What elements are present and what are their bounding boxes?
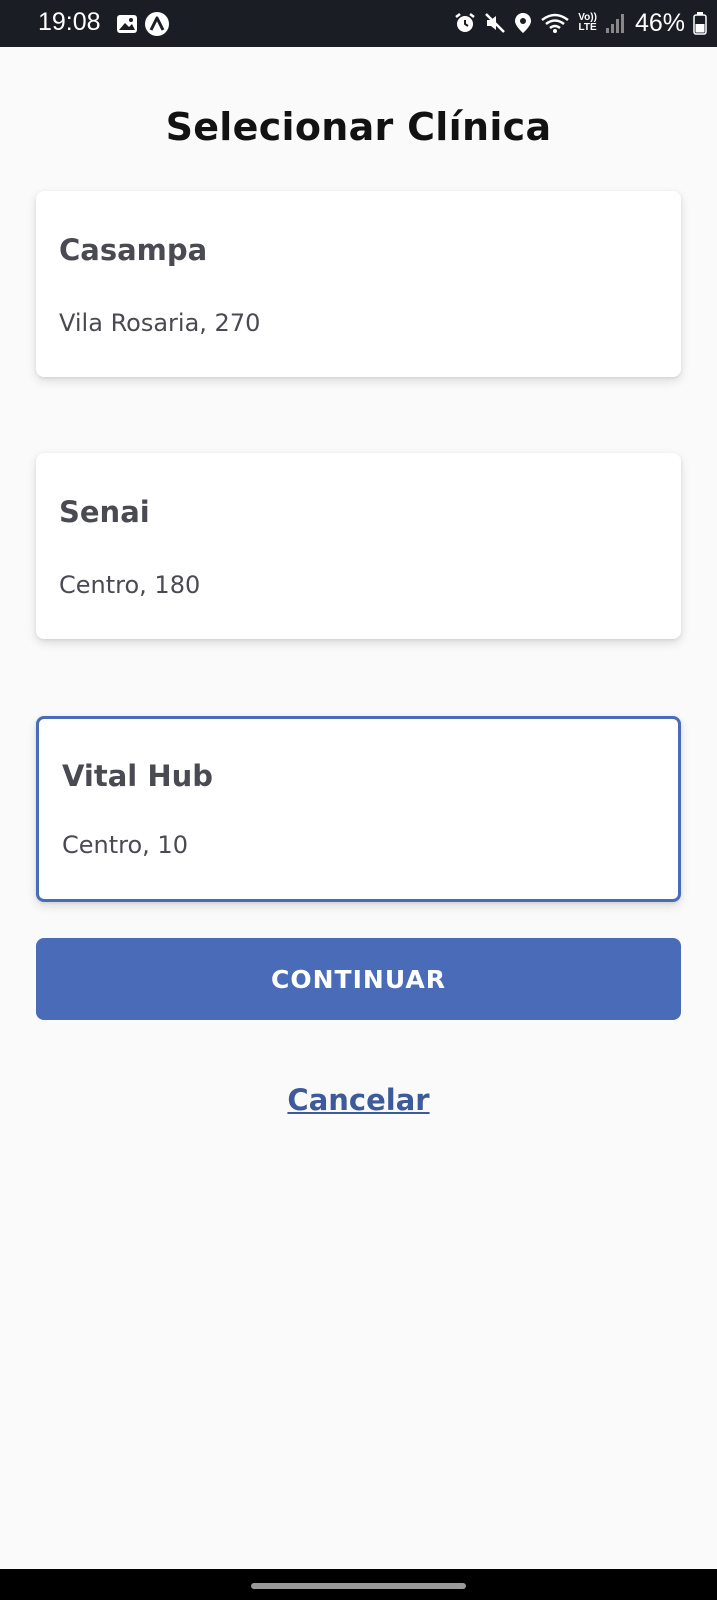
signal-icon: [605, 12, 625, 34]
navigation-bar: [0, 1569, 717, 1600]
clinic-name: Vital Hub: [62, 759, 214, 793]
clinic-address: Vila Rosaria, 270: [59, 309, 261, 337]
clinic-address: Centro, 10: [62, 831, 188, 859]
clinic-address: Centro, 180: [59, 571, 201, 599]
battery-icon: [693, 11, 707, 35]
continue-button[interactable]: Continuar: [36, 938, 681, 1020]
status-left-icons: [116, 11, 170, 42]
lte-indicator: Vo)) LTE: [578, 13, 597, 33]
clinic-card-senai[interactable]: Senai Centro, 180: [36, 453, 681, 639]
cancel-link[interactable]: Cancelar: [0, 1083, 717, 1117]
clinic-card-vital-hub[interactable]: Vital Hub Centro, 10: [36, 716, 681, 902]
status-time: 19:08: [38, 8, 101, 36]
wifi-icon: [540, 12, 570, 34]
status-bar: 19:08 Vo)) LTE 46%: [0, 0, 717, 47]
clinic-name: Senai: [59, 495, 150, 529]
clinic-card-casampa[interactable]: Casampa Vila Rosaria, 270: [36, 191, 681, 377]
mute-icon: [484, 12, 506, 34]
app-notification-icon: [144, 11, 170, 42]
battery-percent: 46%: [634, 8, 685, 37]
image-icon: [116, 13, 138, 40]
alarm-icon: [454, 12, 476, 34]
page-title: Selecionar Clínica: [165, 105, 552, 149]
status-right-icons: Vo)) LTE 46%: [454, 8, 707, 38]
location-icon: [514, 12, 532, 34]
clinic-name: Casampa: [59, 233, 208, 267]
home-indicator[interactable]: [251, 1583, 466, 1589]
network-bottom-label: LTE: [578, 22, 597, 33]
